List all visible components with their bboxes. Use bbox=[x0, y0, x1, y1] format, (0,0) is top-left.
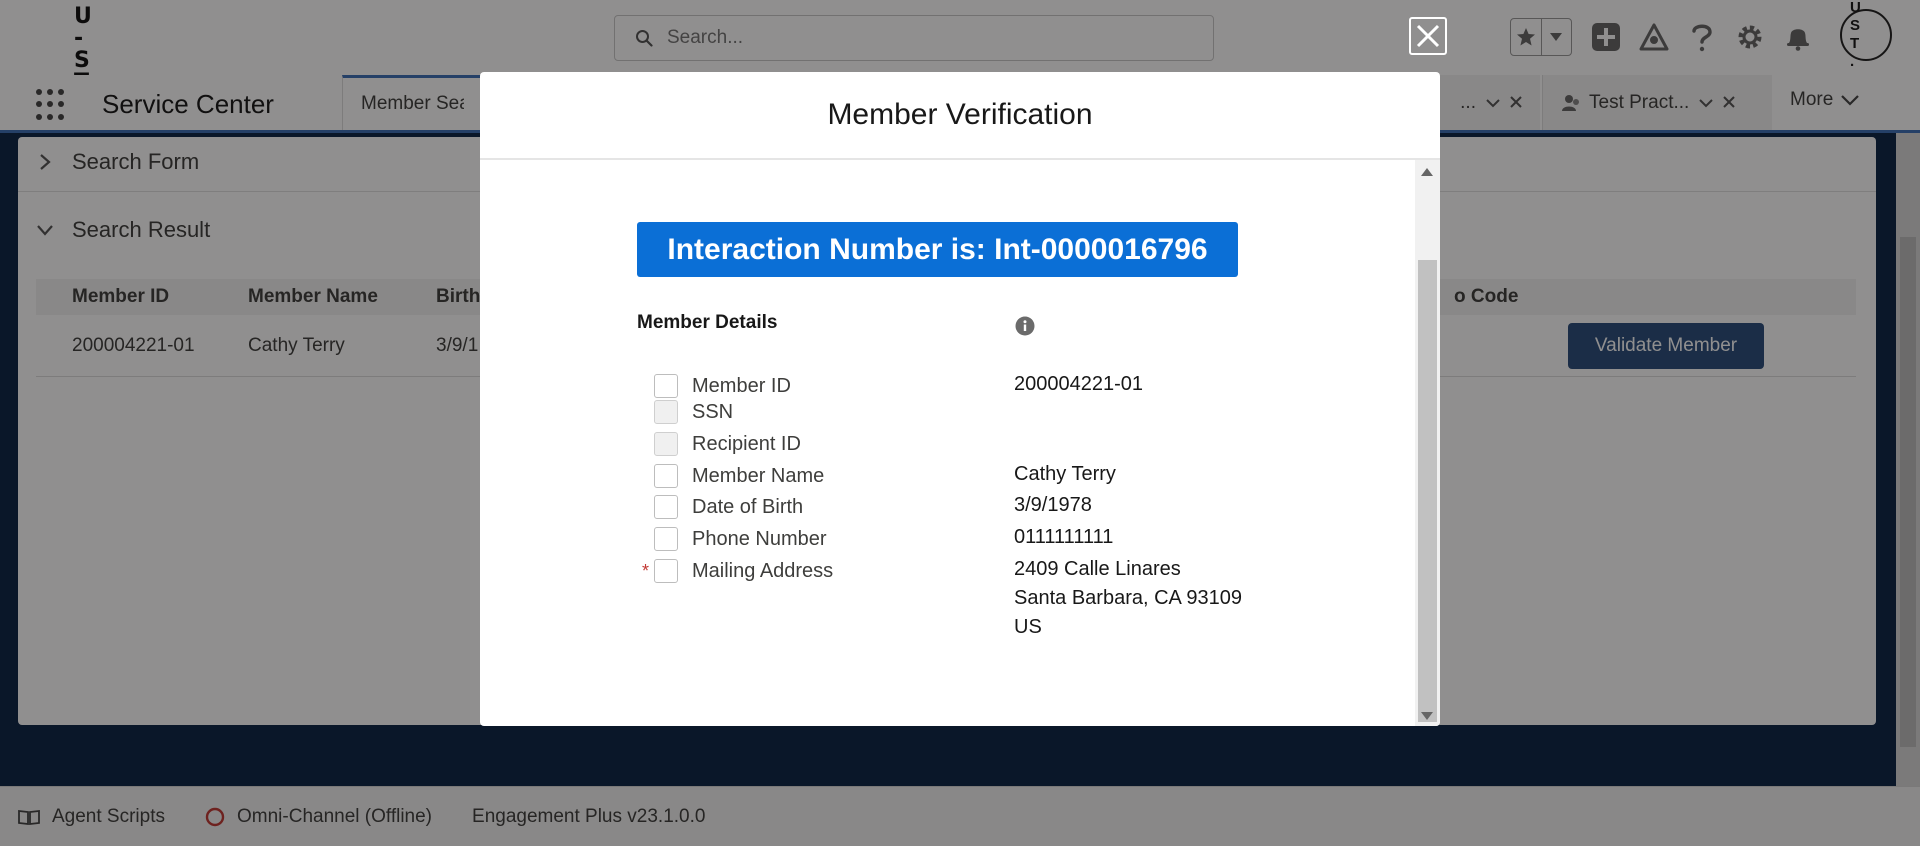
scroll-up-arrow-icon[interactable] bbox=[1421, 168, 1433, 176]
ssn-checkbox bbox=[654, 400, 678, 424]
mailing-address-line-1: 2409 Calle Linares bbox=[1014, 558, 1181, 580]
info-icon[interactable] bbox=[1015, 316, 1035, 341]
field-label: Mailing Address bbox=[692, 559, 834, 582]
field-member-name: Member Name bbox=[637, 462, 824, 490]
modal-scrollbar[interactable] bbox=[1415, 160, 1440, 726]
modal-header: Member Verification bbox=[480, 72, 1440, 160]
field-recipient-id: Recipient ID bbox=[637, 430, 801, 458]
date-of-birth-checkbox[interactable] bbox=[654, 495, 678, 519]
field-label: Date of Birth bbox=[692, 495, 804, 518]
modal-title: Member Verification bbox=[827, 98, 1093, 131]
required-marker: * bbox=[641, 560, 649, 581]
recipient-id-checkbox bbox=[654, 432, 678, 456]
field-label: Member ID bbox=[692, 374, 791, 397]
mailing-address-line-2: Santa Barbara, CA 93109 bbox=[1014, 587, 1242, 609]
scroll-down-arrow-icon[interactable] bbox=[1421, 712, 1433, 720]
field-label: Phone Number bbox=[692, 527, 827, 550]
field-ssn: SSN bbox=[637, 398, 733, 426]
member-name-checkbox[interactable] bbox=[654, 464, 678, 488]
phone-number-checkbox[interactable] bbox=[654, 527, 678, 551]
modal-scrollbar-thumb[interactable] bbox=[1418, 260, 1437, 722]
close-modal-button[interactable] bbox=[1409, 17, 1447, 55]
field-phone-number: Phone Number bbox=[637, 525, 827, 553]
mailing-address-line-3: US bbox=[1014, 616, 1042, 638]
field-label: Recipient ID bbox=[692, 432, 801, 455]
interaction-number-banner: Interaction Number is: Int-0000016796 bbox=[637, 222, 1238, 277]
mailing-address-checkbox[interactable] bbox=[654, 559, 678, 583]
member-id-checkbox[interactable] bbox=[654, 374, 678, 398]
close-icon bbox=[1415, 23, 1441, 49]
field-member-id: Member ID bbox=[637, 372, 791, 400]
field-label: SSN bbox=[692, 400, 734, 423]
field-mailing-address: * Mailing Address bbox=[637, 557, 833, 585]
date-of-birth-value: 3/9/1978 bbox=[1014, 494, 1092, 516]
modal-body: Interaction Number is: Int-0000016796 Me… bbox=[480, 160, 1415, 726]
field-date-of-birth: Date of Birth bbox=[637, 493, 803, 521]
field-label: Member Name bbox=[692, 464, 825, 487]
member-name-value: Cathy Terry bbox=[1014, 463, 1116, 485]
member-details-heading: Member Details bbox=[637, 312, 778, 333]
member-verification-modal: Member Verification Interaction Number i… bbox=[480, 72, 1440, 726]
phone-number-value: 0111111111 bbox=[1014, 526, 1114, 548]
member-id-value: 200004221-01 bbox=[1014, 373, 1144, 395]
